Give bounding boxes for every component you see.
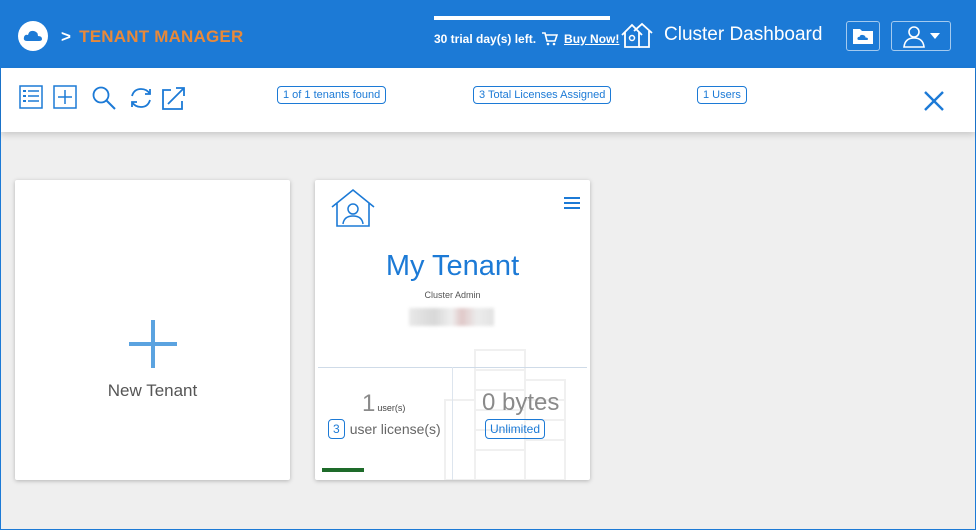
houses-icon xyxy=(621,22,653,48)
new-tenant-card[interactable]: New Tenant xyxy=(15,180,290,480)
close-button[interactable] xyxy=(921,88,947,114)
tenant-menu-icon[interactable] xyxy=(564,197,580,211)
storage-used: 0 bytes xyxy=(482,389,560,416)
sync-icon xyxy=(131,88,151,108)
license-info: 3 user license(s) xyxy=(328,419,441,439)
cloud-folder-icon xyxy=(853,29,873,44)
add-button[interactable] xyxy=(53,85,79,111)
search-icon xyxy=(92,86,116,110)
search-button[interactable] xyxy=(91,85,117,111)
license-count-badge[interactable]: 3 xyxy=(328,419,345,439)
trial-notice: 30 trial day(s) left. Buy Now! xyxy=(434,32,619,46)
user-count: 1 user(s) xyxy=(362,390,405,418)
close-icon xyxy=(924,91,944,111)
user-count-value: 1 xyxy=(362,390,376,417)
tenant-house-icon xyxy=(331,188,375,227)
divider xyxy=(452,367,453,480)
new-tenant-label: New Tenant xyxy=(107,381,198,400)
tenant-name[interactable]: My Tenant xyxy=(315,250,590,283)
add-icon xyxy=(53,85,77,109)
app-logo[interactable] xyxy=(18,21,48,51)
tenant-role: Cluster Admin xyxy=(424,290,481,300)
export-icon xyxy=(162,87,185,110)
cluster-dashboard-link[interactable]: Cluster Dashboard xyxy=(620,21,822,49)
breadcrumb-current[interactable]: TENANT MANAGER xyxy=(79,27,243,46)
trial-text: 30 trial day(s) left. xyxy=(434,32,537,46)
breadcrumb-separator: > xyxy=(61,27,72,46)
toolbar: 1 of 1 tenants found 3 Total Licenses As… xyxy=(1,68,975,132)
licenses-assigned-badge: 3 Total Licenses Assigned xyxy=(473,86,612,104)
user-menu-button[interactable] xyxy=(891,21,951,51)
cloud-logo-icon xyxy=(23,30,42,41)
list-view-icon xyxy=(19,85,43,109)
trial-progress-bar xyxy=(434,16,610,20)
cart-icon xyxy=(542,32,559,46)
user-icon xyxy=(903,26,925,48)
list-view-button[interactable] xyxy=(19,85,45,111)
app-header: > TENANT MANAGER 30 trial day(s) left. Bu… xyxy=(1,1,975,68)
quota-badge[interactable]: Unlimited xyxy=(485,419,546,439)
redacted-email xyxy=(409,308,494,326)
license-label: user license(s) xyxy=(349,421,441,437)
tenants-found-badge: 1 of 1 tenants found xyxy=(277,86,387,104)
breadcrumb: > TENANT MANAGER xyxy=(61,27,243,47)
buy-now-link[interactable]: Buy Now! xyxy=(564,32,619,46)
cluster-dashboard-label: Cluster Dashboard xyxy=(664,24,823,45)
files-button[interactable] xyxy=(846,21,880,51)
tenant-card[interactable]: My Tenant Cluster Admin 1 user(s) 3 user … xyxy=(315,180,590,480)
sync-button[interactable] xyxy=(128,85,154,111)
caret-down-icon xyxy=(930,33,940,39)
plus-icon xyxy=(129,320,177,368)
usage-bar xyxy=(322,468,364,472)
user-count-unit: user(s) xyxy=(377,403,406,413)
export-button[interactable] xyxy=(161,85,187,111)
users-badge: 1 Users xyxy=(697,86,747,104)
